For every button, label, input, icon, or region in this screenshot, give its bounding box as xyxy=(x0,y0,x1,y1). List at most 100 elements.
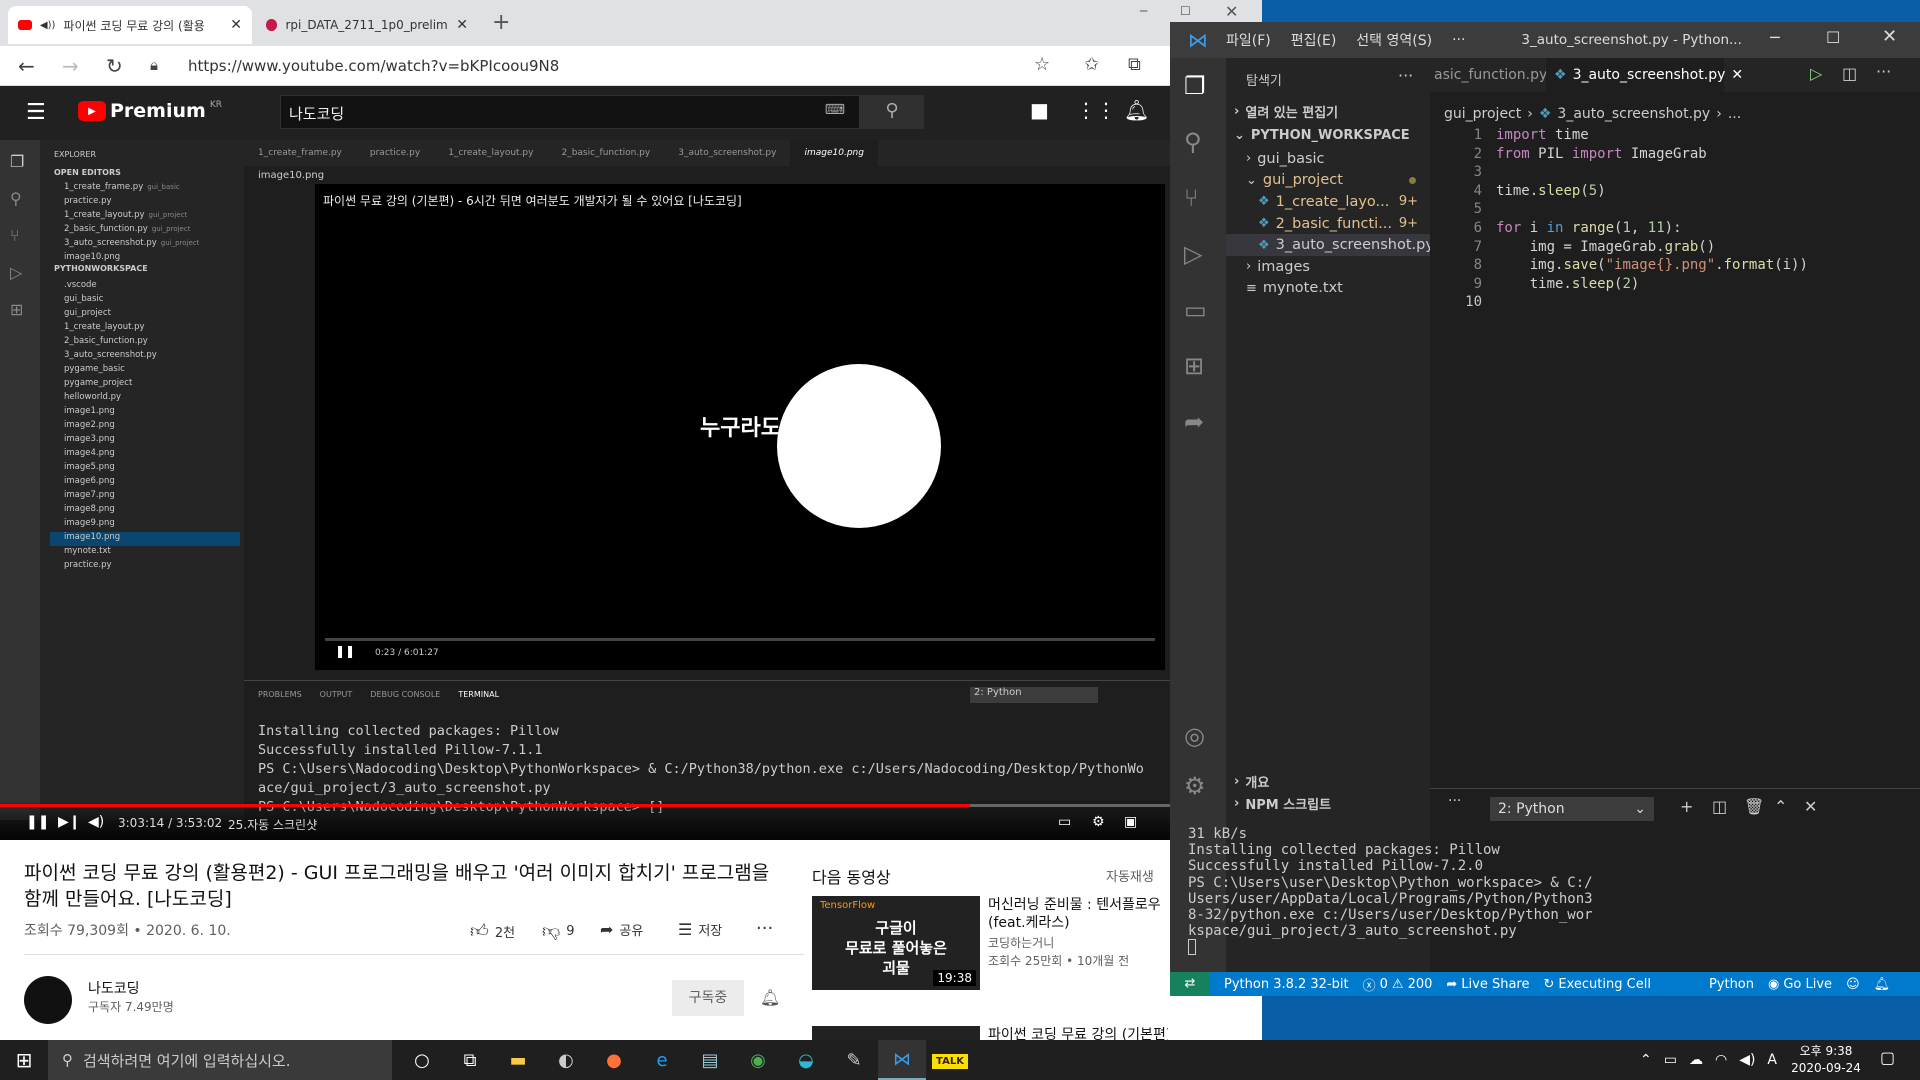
bell-icon[interactable]: 🔔︎ xyxy=(760,988,780,1007)
notification-center-icon[interactable]: ▢ xyxy=(1880,1048,1895,1067)
rec-thumbnail[interactable] xyxy=(812,1026,980,1040)
next-button[interactable]: ▶❙ xyxy=(58,814,81,830)
browser-tab-rpi[interactable]: rpi_DATA_2711_1p0_preliminary ✕ xyxy=(256,6,478,44)
menu-item[interactable]: 선택 영역(S) xyxy=(1356,30,1432,50)
menu-icon[interactable]: ☰ xyxy=(26,100,46,125)
task-view-icon[interactable]: ⧉ xyxy=(446,1050,494,1071)
browser-tab-youtube[interactable]: ◀)) 파이썬 코딩 무료 강의 (활용 ✕ xyxy=(8,6,252,44)
kakaotalk-icon[interactable]: TALK xyxy=(926,1053,974,1069)
channel-name[interactable]: 나도코딩 xyxy=(88,978,140,998)
rec-title[interactable]: 머신러닝 준비물 : 텐서플로우 (feat.케라스) xyxy=(988,896,1168,932)
breadcrumb-item[interactable]: gui_project xyxy=(1444,106,1521,122)
onedrive-icon[interactable]: ☁ xyxy=(1689,1052,1703,1068)
url-input[interactable]: https://www.youtube.com/watch?v=bKPIcoou… xyxy=(188,57,559,75)
windows-start-icon[interactable]: ⊞ xyxy=(0,1048,48,1072)
editor-tab-active[interactable]: ❖ 3_auto_screenshot.py ✕ xyxy=(1546,58,1743,92)
minimize-button[interactable]: ─ xyxy=(1770,28,1780,47)
maximize-panel-icon[interactable]: ⌃ xyxy=(1774,797,1787,816)
volume-icon[interactable]: ◀) xyxy=(88,814,104,830)
maximize-button[interactable]: ☐ xyxy=(1826,28,1840,47)
status-go-live[interactable]: ◉ Go Live xyxy=(1768,977,1832,992)
firefox-icon[interactable]: ● xyxy=(590,1050,638,1071)
like-button[interactable]: 👍︎ 2천 xyxy=(470,920,515,942)
workspace-section[interactable]: ⌄ PYTHON_WORKSPACE xyxy=(1234,128,1410,143)
settings-gear-icon[interactable]: ⚙ xyxy=(1092,814,1105,830)
cortana-icon[interactable]: ○ xyxy=(398,1050,446,1071)
taskbar-search[interactable]: ⚲ 검색하려면 여기에 입력하십시오. xyxy=(48,1040,392,1080)
python-idle-icon[interactable]: ✎ xyxy=(830,1050,878,1071)
app-icon[interactable]: ◐ xyxy=(542,1050,590,1071)
extensions-icon[interactable]: ⊞ xyxy=(1184,352,1226,380)
youtube-logo[interactable]: ▶ Premium KR xyxy=(78,100,222,122)
search-input[interactable]: 나도코딩 ⌨ xyxy=(280,95,860,129)
file-explorer-icon[interactable]: ▬ xyxy=(494,1050,542,1071)
dislike-button[interactable]: 👎︎ 9 xyxy=(542,920,575,942)
source-control-icon[interactable]: ⑂ xyxy=(1184,184,1226,212)
back-icon[interactable]: ← xyxy=(18,54,35,78)
menu-item[interactable]: ··· xyxy=(1452,32,1465,48)
tree-item[interactable]: ❖ 2_basic_functi... 9+ xyxy=(1226,213,1430,235)
minimize-button[interactable]: ─ xyxy=(1140,4,1147,18)
favorite-star-icon[interactable]: ☆ xyxy=(1034,54,1050,75)
battery-icon[interactable]: ▭ xyxy=(1664,1052,1677,1068)
split-editor-icon[interactable]: ◫ xyxy=(1842,64,1857,83)
apps-grid-icon[interactable]: ⋮⋮ xyxy=(1076,98,1116,122)
status-problems[interactable]: ⓧ 0 ⚠ 200 xyxy=(1363,975,1433,994)
volume-icon[interactable]: ◀) xyxy=(1739,1052,1755,1068)
manage-gear-icon[interactable]: ⚙ xyxy=(1184,772,1206,800)
reload-icon[interactable]: ↻ xyxy=(106,54,123,78)
breadcrumb-item[interactable]: 3_auto_screenshot.py xyxy=(1557,106,1710,122)
favorites-icon[interactable]: ✩ xyxy=(1084,54,1099,75)
maximize-button[interactable]: ☐ xyxy=(1180,4,1191,18)
bell-icon[interactable]: 🔔︎ xyxy=(1874,977,1891,992)
status-live-share[interactable]: ➦ Live Share xyxy=(1446,977,1529,992)
subscribe-button[interactable]: 구독중 xyxy=(672,980,744,1016)
remote-icon[interactable]: ⇄ xyxy=(1170,972,1210,996)
editor-tab-inactive[interactable]: asic_function.py xyxy=(1430,58,1546,92)
close-tab-icon[interactable]: ✕ xyxy=(456,17,468,33)
close-window-button[interactable]: ✕ xyxy=(1225,2,1238,21)
forward-icon[interactable]: → xyxy=(62,54,79,78)
explorer-icon[interactable]: ❐ xyxy=(1184,72,1226,100)
subtitles-icon[interactable]: ▭ xyxy=(1058,814,1071,830)
trash-icon[interactable]: 🗑︎ xyxy=(1744,797,1764,816)
close-tab-icon[interactable]: ✕ xyxy=(230,17,242,33)
video-player[interactable]: ❐ ⚲ ⑂ ▷ ⊞ EXPLORER OPEN EDITORS 1_create… xyxy=(0,140,1170,840)
keyboard-icon[interactable]: ⌨ xyxy=(825,102,845,118)
tree-item[interactable]: › gui_basic xyxy=(1226,148,1430,170)
save-button[interactable]: ☰ 저장 xyxy=(678,920,722,939)
run-icon[interactable]: ▷ xyxy=(1810,64,1822,83)
notepad-icon[interactable]: ▤ xyxy=(686,1050,734,1071)
close-tab-icon[interactable]: ✕ xyxy=(1731,67,1743,83)
more-actions-icon[interactable]: ··· xyxy=(1398,66,1413,85)
npm-section[interactable]: › NPM 스크립트 xyxy=(1234,794,1331,813)
new-terminal-icon[interactable]: + xyxy=(1680,797,1693,816)
video-chapter[interactable]: 25.자동 스크린샷 xyxy=(228,816,317,833)
menu-item[interactable]: 파일(F) xyxy=(1226,30,1271,50)
close-panel-icon[interactable]: ✕ xyxy=(1804,797,1817,816)
status-language[interactable]: Python xyxy=(1709,977,1754,992)
channel-avatar[interactable] xyxy=(24,976,72,1024)
tree-item[interactable]: › images xyxy=(1226,256,1430,278)
more-actions-icon[interactable]: ··· xyxy=(1876,62,1891,81)
miniplayer-icon[interactable]: ▣ xyxy=(1124,814,1137,830)
outline-section[interactable]: › 개요 xyxy=(1234,772,1269,791)
more-actions-icon[interactable]: ··· xyxy=(756,918,773,939)
input-language[interactable]: A xyxy=(1767,1052,1777,1068)
tree-item[interactable]: ≡ mynote.txt xyxy=(1226,278,1430,300)
tree-item[interactable]: ⌄ gui_project xyxy=(1226,170,1430,192)
edge-icon[interactable]: ◒ xyxy=(782,1050,830,1071)
status-python[interactable]: Python 3.8.2 32-bit xyxy=(1224,977,1349,992)
breadcrumb-item[interactable]: ... xyxy=(1728,106,1741,122)
create-video-icon[interactable]: ■ xyxy=(1030,98,1049,122)
wifi-icon[interactable]: ◠ xyxy=(1715,1052,1727,1068)
code-editor[interactable]: import time from PIL import ImageGrab ti… xyxy=(1496,126,1808,293)
audio-icon[interactable]: ◀)) xyxy=(40,20,56,31)
tree-item[interactable]: ❖ 1_create_layo... 9+ xyxy=(1226,191,1430,213)
video-progress-played[interactable] xyxy=(0,804,970,807)
live-share-icon[interactable]: ➦ xyxy=(1184,408,1226,436)
new-tab-button[interactable]: + xyxy=(492,10,510,35)
rec-thumbnail[interactable]: TensorFlow 구글이 무료로 풀어놓은 괴물 19:38 xyxy=(812,896,980,990)
close-window-button[interactable]: ✕ xyxy=(1882,26,1897,47)
tray-overflow-icon[interactable]: ⌃ xyxy=(1640,1052,1652,1068)
